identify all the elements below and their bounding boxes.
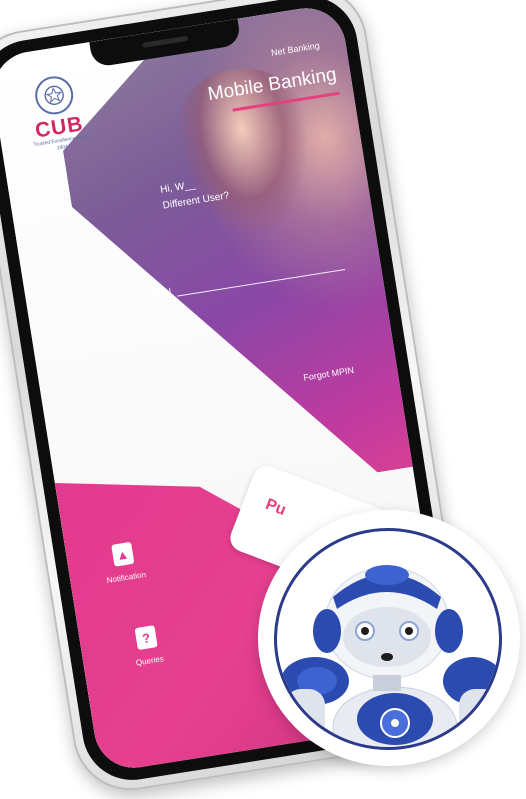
bell-icon: ▲	[110, 541, 135, 567]
login-card-label: Pu	[263, 495, 289, 520]
bank-emblem-icon	[32, 73, 76, 118]
quick-link-queries[interactable]: ? Queries	[131, 625, 164, 667]
quick-link-notification[interactable]: ▲ Notification	[101, 540, 147, 585]
speaker-grille	[142, 35, 189, 48]
question-icon: ?	[134, 625, 158, 651]
robot-assistant-badge[interactable]	[258, 510, 520, 766]
app-promo-scene: CUB Trusted Excellence Since 1904 Net Ba…	[0, 0, 526, 799]
robot-assistant-icon	[274, 528, 502, 750]
bank-logo: CUB Trusted Excellence Since 1904	[20, 72, 95, 156]
